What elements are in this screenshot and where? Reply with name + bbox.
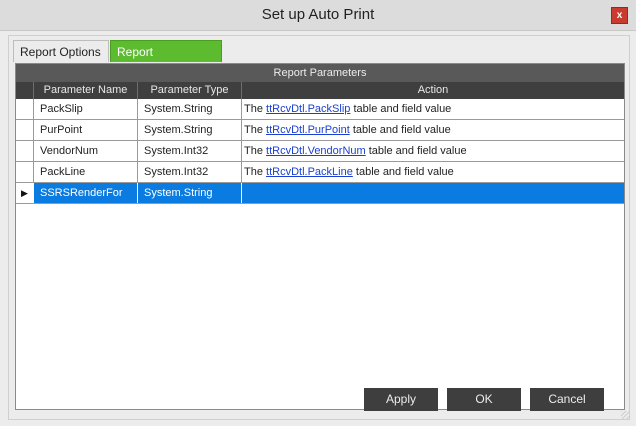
action-link[interactable]: ttRcvDtl.PurPoint [266,124,350,136]
window-title: Set up Auto Print [261,6,375,23]
row-selector-header [16,82,34,99]
resize-grip-icon[interactable] [621,411,629,419]
dialog-body: Report Options Report Parameters Report … [8,35,630,420]
row-selector[interactable] [16,141,34,161]
action-suffix: table and field value [368,145,467,157]
table-row[interactable]: PackLine System.Int32 The ttRcvDtl.PackL… [16,162,624,183]
row-pointer-icon: ▶ [21,188,28,198]
action-prefix: The [244,124,263,136]
action-suffix: table and field value [355,166,454,178]
table-row[interactable]: VendorNum System.Int32 The ttRcvDtl.Vend… [16,141,624,162]
action-suffix: table and field value [352,124,451,136]
action-cell[interactable]: The ttRcvDtl.PurPoint table and field va… [242,120,624,140]
table-row-selected[interactable]: ▶ SSRSRenderFor System.String [16,183,624,204]
tab-report-parameters[interactable]: Report Parameters [110,40,222,81]
apply-button[interactable]: Apply [364,388,438,411]
action-prefix: The [244,166,263,178]
column-header-parameter-name[interactable]: Parameter Name [34,82,138,99]
column-header-parameter-type[interactable]: Parameter Type [138,82,242,99]
action-cell[interactable] [242,183,624,203]
table-row[interactable]: PackSlip System.String The ttRcvDtl.Pack… [16,99,624,120]
grid-title: Report Parameters [16,64,624,82]
action-cell[interactable]: The ttRcvDtl.PackSlip table and field va… [242,99,624,119]
parameter-name-cell[interactable]: PackSlip [34,99,138,119]
parameter-type-cell[interactable]: System.String [138,99,242,119]
row-selector[interactable] [16,99,34,119]
parameter-name-cell[interactable]: VendorNum [34,141,138,161]
grid-header: Parameter Name Parameter Type Action [16,82,624,99]
tab-report-options[interactable]: Report Options [13,40,109,62]
parameter-name-cell[interactable]: PackLine [34,162,138,182]
action-prefix: The [244,145,263,157]
action-link[interactable]: ttRcvDtl.VendorNum [266,145,366,157]
action-link[interactable]: ttRcvDtl.PackLine [266,166,353,178]
action-prefix: The [244,103,263,115]
parameter-name-cell[interactable]: PurPoint [34,120,138,140]
row-selector[interactable]: ▶ [16,183,34,203]
column-header-action[interactable]: Action [242,82,624,99]
action-cell[interactable]: The ttRcvDtl.VendorNum table and field v… [242,141,624,161]
table-row[interactable]: PurPoint System.String The ttRcvDtl.PurP… [16,120,624,141]
parameter-type-cell[interactable]: System.String [138,120,242,140]
action-suffix: table and field value [353,103,452,115]
action-link[interactable]: ttRcvDtl.PackSlip [266,103,350,115]
parameter-type-cell[interactable]: System.String [138,183,242,203]
title-bar: Set up Auto Print x [0,0,636,31]
ok-button[interactable]: OK [447,388,521,411]
row-selector[interactable] [16,120,34,140]
close-icon[interactable]: x [611,7,628,24]
parameter-name-cell[interactable]: SSRSRenderFor [34,183,138,203]
parameter-type-cell[interactable]: System.Int32 [138,141,242,161]
cancel-button[interactable]: Cancel [530,388,604,411]
parameter-type-cell[interactable]: System.Int32 [138,162,242,182]
parameters-grid: Report Parameters Parameter Name Paramet… [15,63,625,410]
action-cell[interactable]: The ttRcvDtl.PackLine table and field va… [242,162,624,182]
auto-print-dialog: Set up Auto Print x Report Options Repor… [0,0,636,426]
row-selector[interactable] [16,162,34,182]
